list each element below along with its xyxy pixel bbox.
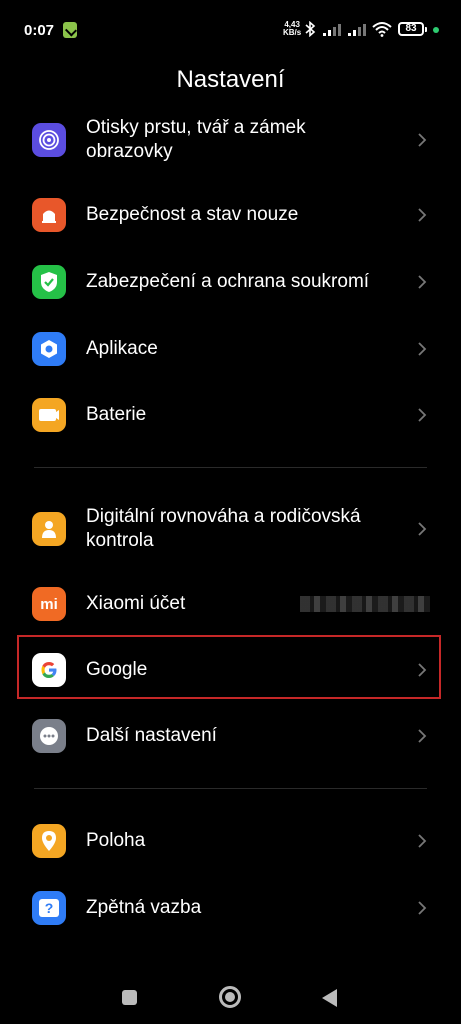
section-divider	[34, 788, 427, 789]
more-dots-icon	[32, 719, 66, 753]
wifi-icon	[372, 22, 392, 37]
location-pin-icon	[32, 824, 66, 858]
settings-item-label: Digitální rovnováha a rodičovská kontrol…	[86, 506, 361, 551]
settings-item-fingerprint[interactable]: Otisky prstu, tvář a zámek obrazovky	[0, 117, 461, 162]
chevron-right-icon	[418, 342, 427, 356]
settings-item-label: Další nastavení	[86, 725, 217, 746]
settings-item-more-settings[interactable]: Další nastavení	[0, 714, 461, 758]
signal-strength-icon-2	[348, 24, 366, 36]
settings-item-emergency[interactable]: Bezpečnost a stav nouze	[0, 193, 461, 237]
settings-item-battery[interactable]: Baterie	[0, 393, 461, 437]
emergency-light-icon	[32, 198, 66, 232]
settings-item-label: Baterie	[86, 404, 147, 425]
download-notification-icon	[63, 22, 77, 38]
network-speed: 4,43 KB/s	[283, 20, 302, 37]
feedback-question-mark: ?	[39, 899, 59, 917]
settings-item-digital-wellbeing[interactable]: Digitální rovnováha a rodičovská kontrol…	[0, 506, 461, 551]
settings-item-label: Zabezpečení a ochrana soukromí	[86, 271, 370, 292]
page-title: Nastavení	[176, 66, 285, 93]
settings-item-xiaomi-account[interactable]: mi Xiaomi účet	[0, 582, 461, 626]
settings-item-label: Zpětná vazba	[86, 897, 202, 918]
fingerprint-icon	[32, 123, 66, 157]
section-divider	[34, 467, 427, 468]
bluetooth-icon	[305, 21, 316, 37]
parental-control-icon	[32, 512, 66, 546]
settings-item-label: Bezpečnost a stav nouze	[86, 204, 299, 225]
chevron-right-icon	[418, 901, 427, 915]
chevron-right-icon	[418, 408, 427, 422]
settings-item-apps[interactable]: Aplikace	[0, 327, 461, 371]
status-time: 0:07	[24, 22, 55, 39]
chevron-right-icon	[418, 522, 427, 536]
home-button[interactable]	[219, 986, 241, 1008]
settings-item-location[interactable]: Poloha	[0, 819, 461, 863]
chevron-right-icon	[418, 729, 427, 743]
feedback-icon: ?	[32, 891, 66, 925]
battery-indicator: 83	[398, 22, 427, 36]
chevron-right-icon	[418, 208, 427, 222]
apps-hexagon-icon	[32, 332, 66, 366]
status-bar: 0:07 4,43 KB/s 83	[0, 0, 461, 60]
settings-item-label: Poloha	[86, 830, 146, 851]
chevron-right-icon	[418, 275, 427, 289]
chevron-right-icon	[418, 133, 427, 147]
settings-item-feedback[interactable]: ? Zpětná vazba	[0, 886, 461, 930]
navigation-bar	[0, 970, 461, 1024]
chevron-right-icon	[418, 834, 427, 848]
chevron-right-icon	[418, 663, 427, 677]
settings-item-security-privacy[interactable]: Zabezpečení a ochrana soukromí	[0, 260, 461, 304]
settings-item-label: Otisky prstu, tvář a zámek obrazovky	[86, 117, 306, 162]
account-id-redacted	[300, 596, 430, 612]
settings-item-label: Aplikace	[86, 338, 158, 359]
settings-item-label: Google	[86, 659, 148, 680]
battery-icon	[32, 398, 66, 432]
signal-strength-icon	[323, 24, 341, 36]
recent-apps-button[interactable]	[122, 990, 137, 1005]
mi-logo-icon: mi	[32, 587, 66, 621]
shield-check-icon	[32, 265, 66, 299]
google-g-icon	[32, 653, 66, 687]
settings-item-google[interactable]: Google	[0, 648, 461, 692]
back-button[interactable]	[322, 989, 337, 1007]
privacy-indicator-dot	[433, 27, 439, 33]
